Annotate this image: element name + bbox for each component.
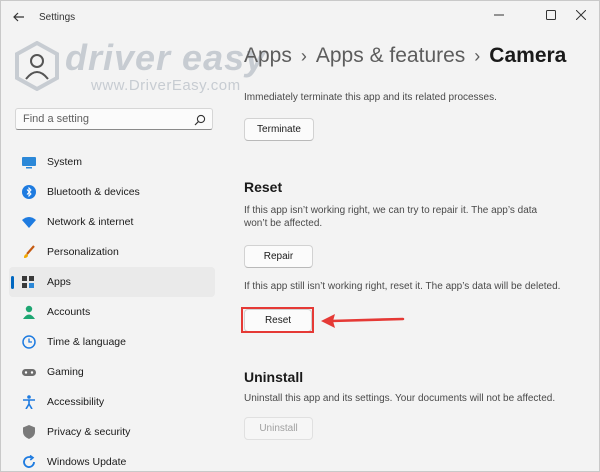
- search-placeholder: Find a setting: [23, 113, 90, 125]
- sidebar-item-label: Time & language: [47, 336, 126, 348]
- reset-highlight-box: [241, 307, 314, 333]
- title-bar: Settings: [1, 1, 599, 35]
- sidebar-item-accounts[interactable]: Accounts: [9, 297, 215, 327]
- uninstall-description: Uninstall this app and its settings. You…: [244, 393, 556, 404]
- sidebar-item-label: Accounts: [47, 306, 91, 318]
- sidebar-item-label: Windows Update: [47, 456, 127, 468]
- breadcrumb-separator: ›: [474, 46, 481, 66]
- watermark-brand: driver easy: [65, 37, 267, 78]
- system-icon: [22, 155, 36, 169]
- brush-icon: [22, 245, 36, 259]
- accessibility-icon: [22, 395, 36, 410]
- sidebar-item-windows-update[interactable]: Windows Update: [9, 447, 215, 471]
- watermark-url: www.DriverEasy.com: [91, 77, 241, 94]
- sidebar-item-label: Network & internet: [47, 216, 134, 228]
- breadcrumb-item-apps[interactable]: Apps: [244, 44, 292, 67]
- person-icon: [22, 305, 36, 319]
- sidebar-item-label: System: [47, 156, 83, 168]
- shield-icon: [22, 425, 36, 439]
- sidebar-item-time-language[interactable]: Time & language: [9, 327, 215, 357]
- reset-description: If this app still isn’t working right, r…: [244, 281, 561, 292]
- terminate-description: Immediately terminate this app and its r…: [244, 92, 497, 103]
- settings-window: Settings driver easy www.DriverEasy.com …: [0, 0, 600, 472]
- uninstall-heading: Uninstall: [244, 369, 304, 385]
- window-title: Settings: [39, 12, 76, 23]
- sidebar-item-bluetooth[interactable]: Bluetooth & devices: [9, 177, 215, 207]
- sidebar-item-apps[interactable]: Apps: [9, 267, 215, 297]
- sidebar-item-gaming[interactable]: Gaming: [9, 357, 215, 387]
- selection-indicator: [11, 276, 14, 289]
- driver-easy-logo: [13, 40, 61, 92]
- sidebar-item-privacy-security[interactable]: Privacy & security: [9, 417, 215, 447]
- breadcrumb: Apps › Apps & features › Camera: [244, 44, 566, 68]
- terminate-button[interactable]: Terminate: [244, 118, 314, 141]
- close-button[interactable]: [561, 1, 599, 29]
- back-arrow-icon[interactable]: [11, 9, 27, 25]
- bluetooth-icon: [22, 185, 36, 199]
- sidebar-item-label: Personalization: [47, 246, 119, 258]
- sidebar-item-accessibility[interactable]: Accessibility: [9, 387, 215, 417]
- sidebar-item-label: Apps: [47, 276, 71, 288]
- repair-description-line2: won’t be affected.: [244, 218, 323, 229]
- sidebar-item-label: Gaming: [47, 366, 84, 378]
- sidebar-nav: System Bluetooth & devices Network & int…: [9, 147, 215, 471]
- annotation-arrow-icon: [319, 310, 405, 330]
- sidebar-item-personalization[interactable]: Personalization: [9, 237, 215, 267]
- sidebar-item-network[interactable]: Network & internet: [9, 207, 215, 237]
- repair-description-line1: If this app isn’t working right, we can …: [244, 205, 538, 216]
- gamepad-icon: [22, 365, 36, 379]
- minimize-button[interactable]: [479, 1, 519, 29]
- sidebar-item-label: Bluetooth & devices: [47, 186, 140, 198]
- sidebar-item-label: Privacy & security: [47, 426, 131, 438]
- search-input[interactable]: Find a setting: [15, 108, 213, 130]
- sidebar-item-system[interactable]: System: [9, 147, 215, 177]
- apps-icon: [22, 275, 36, 289]
- update-icon: [22, 454, 36, 469]
- repair-button[interactable]: Repair: [244, 245, 313, 268]
- sidebar-item-label: Accessibility: [47, 396, 105, 408]
- search-icon: [194, 113, 206, 126]
- breadcrumb-separator: ›: [300, 46, 307, 66]
- breadcrumb-item-apps-features[interactable]: Apps & features: [316, 44, 465, 67]
- uninstall-button[interactable]: Uninstall: [244, 417, 313, 440]
- wifi-icon: [22, 215, 36, 229]
- reset-heading: Reset: [244, 179, 283, 195]
- globe-clock-icon: [22, 335, 36, 349]
- page-title: Camera: [489, 44, 567, 67]
